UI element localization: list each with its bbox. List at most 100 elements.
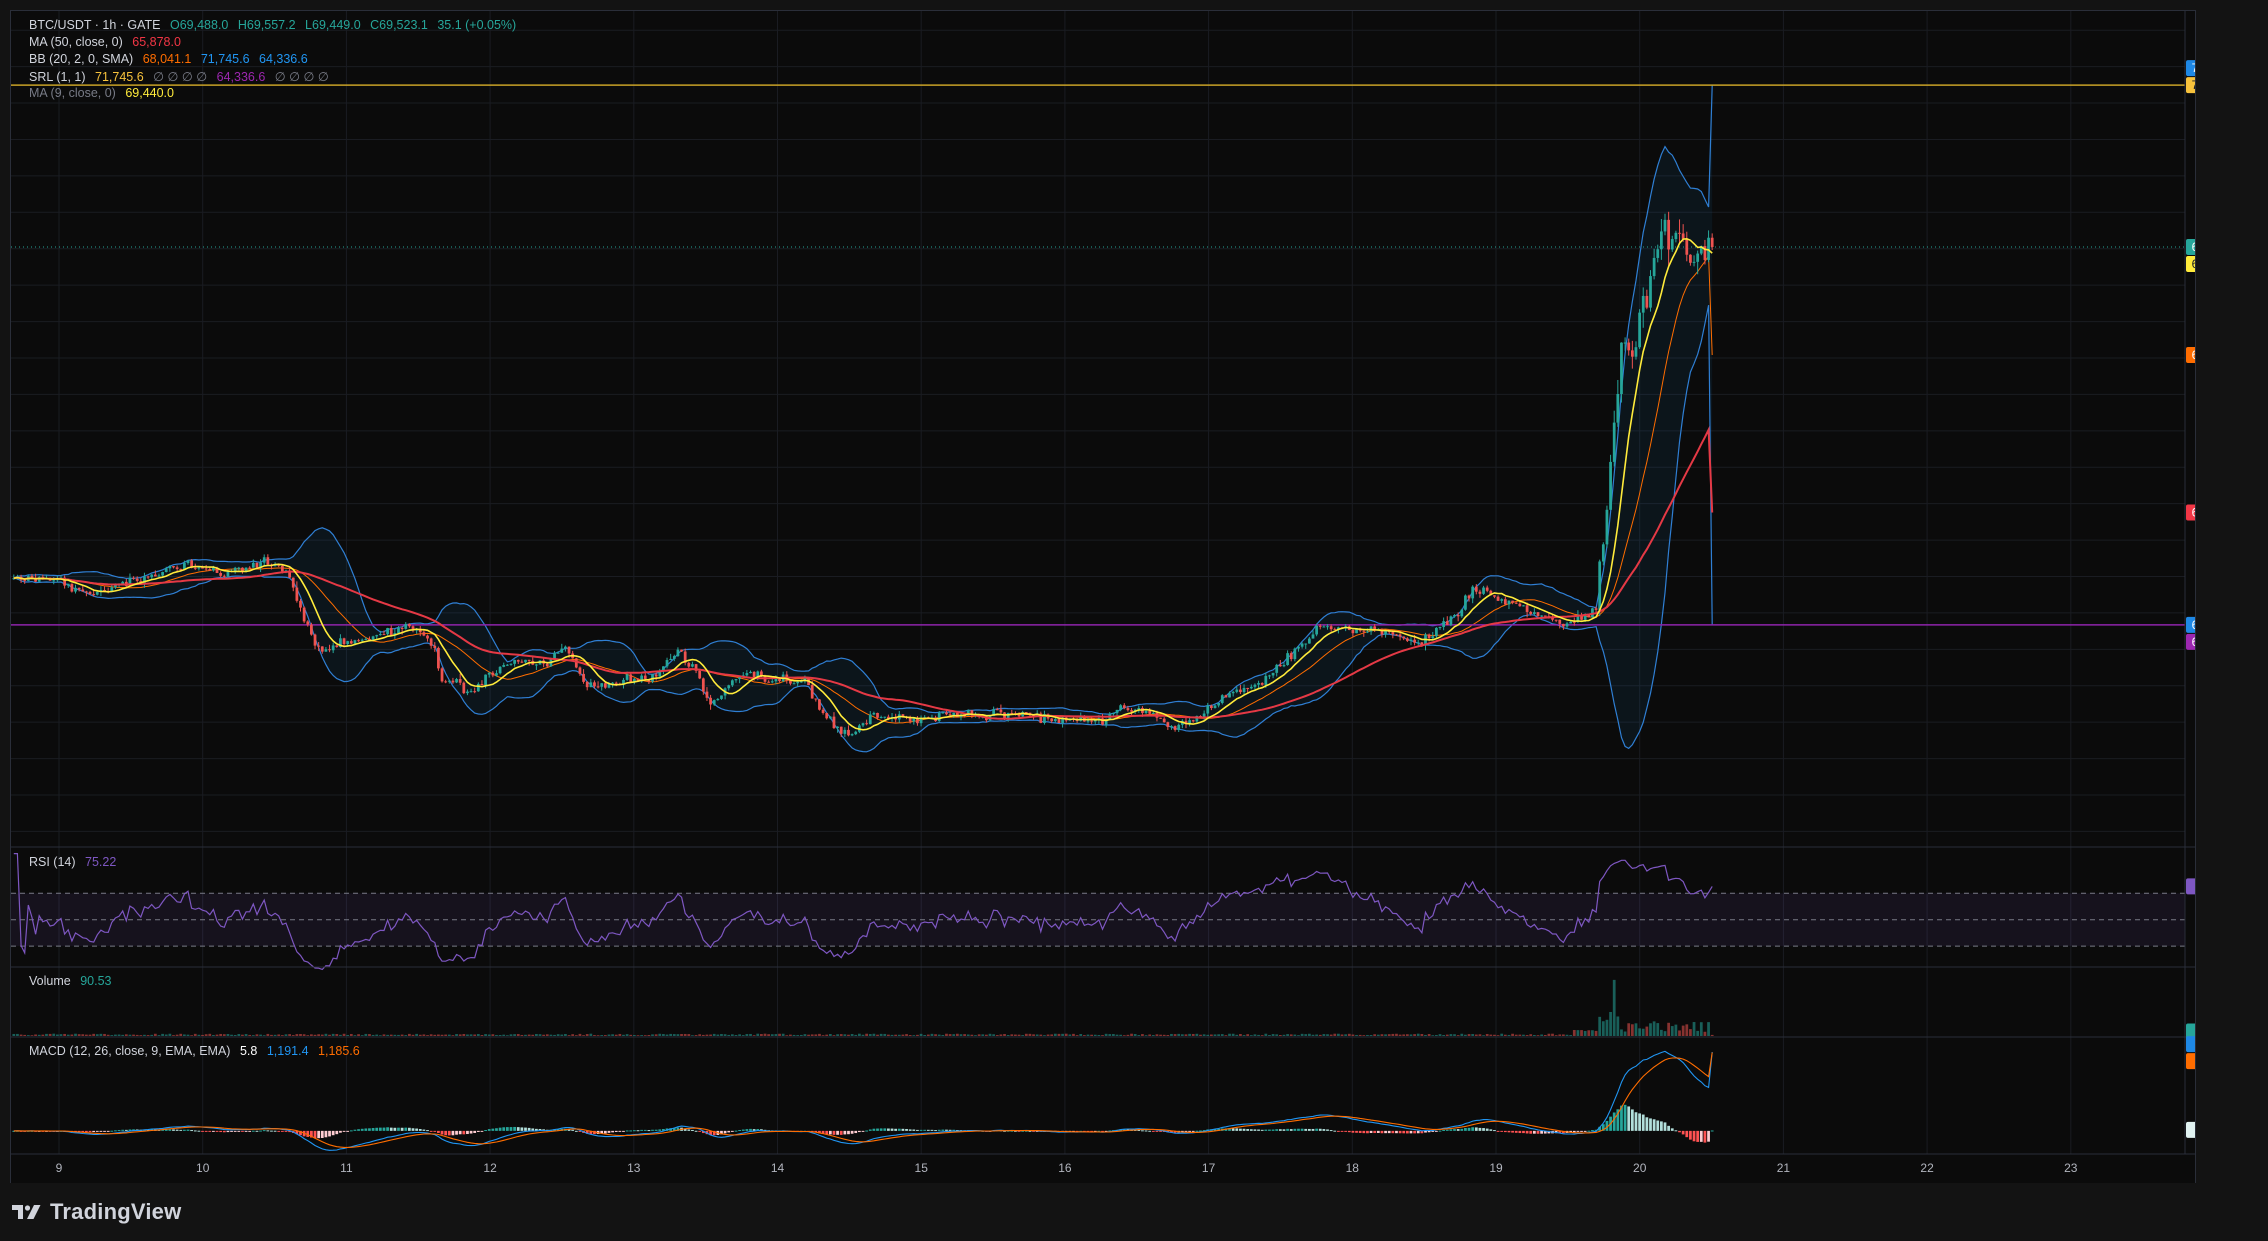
legend-macd[interactable]: MACD (12, 26, close, 9, EMA, EMA) 5.8 1,…	[29, 1044, 366, 1058]
candle-body	[1351, 630, 1355, 634]
candle-body	[386, 628, 389, 635]
candle-body	[426, 635, 429, 639]
candle-body	[709, 697, 712, 705]
volume-bar	[1547, 1033, 1551, 1036]
tag-ma9-text: 69,440.0	[2192, 257, 2195, 271]
volume-bar	[669, 1033, 673, 1036]
candle-body	[1514, 602, 1518, 604]
macd-hist-bar	[190, 1130, 194, 1132]
candle-body	[745, 673, 749, 676]
volume-bar	[1536, 1035, 1540, 1036]
legend-ma50[interactable]: MA (50, close, 0) 65,878.0	[29, 35, 187, 49]
volume-bar	[505, 1035, 509, 1036]
volume-bar	[1061, 1033, 1064, 1036]
volume-bar	[440, 1034, 444, 1036]
volume-bar	[1583, 1031, 1587, 1036]
candle-body	[1456, 614, 1460, 617]
macd-hist-bar	[611, 1130, 614, 1133]
volume-bar	[66, 1034, 70, 1036]
candle-body	[262, 557, 266, 563]
candle-body	[1518, 603, 1522, 607]
candle-body	[473, 691, 477, 693]
volume-bar	[444, 1034, 448, 1036]
macd-hist-bar	[1337, 1130, 1340, 1132]
macd-hist-bar	[1678, 1130, 1681, 1133]
macd-hist-bar	[629, 1130, 633, 1132]
volume-bar	[1344, 1034, 1348, 1036]
volume-bar	[549, 1034, 553, 1036]
volume-bar	[919, 1033, 923, 1036]
chart-canvas[interactable]: 9101112131415161718192021222372,500.072,…	[11, 11, 2195, 1184]
volume-bar	[1133, 1034, 1137, 1036]
candle-body	[1649, 276, 1652, 308]
volume-bar	[103, 1033, 106, 1036]
legend-bb[interactable]: BB (20, 2, 0, SMA) 68,041.1 71,745.6 64,…	[29, 52, 314, 66]
volume-bar	[1355, 1034, 1358, 1036]
legend-low: L69,449.0	[305, 18, 361, 32]
volume-bar	[985, 1034, 988, 1036]
volume-bar	[698, 1034, 702, 1036]
volume-bar	[357, 1034, 360, 1036]
volume-bar	[1576, 1030, 1580, 1036]
legend-symbol[interactable]: BTC/USDT · 1h · GATE	[29, 18, 161, 32]
volume-bar	[593, 1035, 596, 1036]
volume-bar	[1402, 1034, 1406, 1036]
volume-bar	[1202, 1034, 1206, 1036]
candle-body	[422, 632, 426, 636]
macd-hist-bar	[451, 1130, 455, 1136]
macd-hist-bar	[883, 1128, 887, 1131]
candle-body	[1217, 702, 1221, 706]
candle-body	[1144, 710, 1148, 713]
candle-body	[222, 575, 226, 577]
candle-body	[407, 623, 411, 627]
volume-bar	[1591, 1030, 1594, 1036]
candle-body	[360, 639, 364, 641]
volume-bar	[19, 1034, 23, 1036]
macd-hist-bar	[429, 1130, 433, 1132]
volume-bar	[1442, 1035, 1446, 1036]
candle-body	[995, 709, 999, 711]
volume-bar	[469, 1034, 473, 1036]
volume-bar	[121, 1034, 125, 1036]
macd-hist-bar	[651, 1129, 654, 1131]
macd-hist-bar	[1340, 1130, 1344, 1132]
volume-bar	[691, 1035, 694, 1036]
volume-bar	[654, 1034, 658, 1036]
candle-body	[1536, 612, 1540, 617]
candle-body	[1478, 591, 1482, 594]
volume-bar	[462, 1034, 466, 1036]
candle-body	[52, 580, 56, 582]
legend-volume[interactable]: Volume 90.53	[29, 974, 117, 988]
candle-body	[248, 567, 252, 569]
macd-hist-bar	[1268, 1129, 1271, 1131]
candle-body	[447, 680, 451, 682]
candle-body	[847, 729, 850, 736]
legend-rsi[interactable]: RSI (14) 75.22	[29, 855, 122, 869]
volume-bar	[770, 1034, 774, 1036]
macd-hist-bar	[1435, 1130, 1438, 1132]
tradingview-logo[interactable]: TradingView	[12, 1199, 181, 1225]
volume-bar	[981, 1034, 985, 1036]
volume-bar	[665, 1034, 669, 1036]
candle-body	[429, 638, 433, 646]
tag-rsi-bg	[2186, 878, 2195, 895]
candle-body	[1616, 393, 1620, 423]
legend-high: H69,557.2	[237, 18, 296, 32]
volume-bar	[418, 1034, 422, 1036]
volume-bar	[785, 1035, 789, 1036]
candle-body	[1638, 312, 1641, 348]
candle-body	[299, 600, 302, 608]
candle-body	[193, 567, 197, 569]
legend-srl[interactable]: SRL (1, 1) 71,745.6 ∅ ∅ ∅ ∅ 64,336.6 ∅ ∅…	[29, 69, 335, 84]
volume-bar	[734, 1034, 738, 1036]
macd-hist-bar	[237, 1130, 241, 1132]
candle-body	[328, 649, 331, 651]
volume-bar	[248, 1034, 252, 1036]
legend-ma9[interactable]: MA (9, close, 0) 69,440.0	[29, 86, 180, 100]
volume-bar	[346, 1034, 350, 1036]
macd-hist-bar	[1318, 1128, 1322, 1131]
volume-bar	[796, 1035, 800, 1036]
volume-bar	[854, 1034, 858, 1036]
macd-hist-bar	[912, 1129, 916, 1131]
macd-hist-bar	[890, 1128, 894, 1131]
